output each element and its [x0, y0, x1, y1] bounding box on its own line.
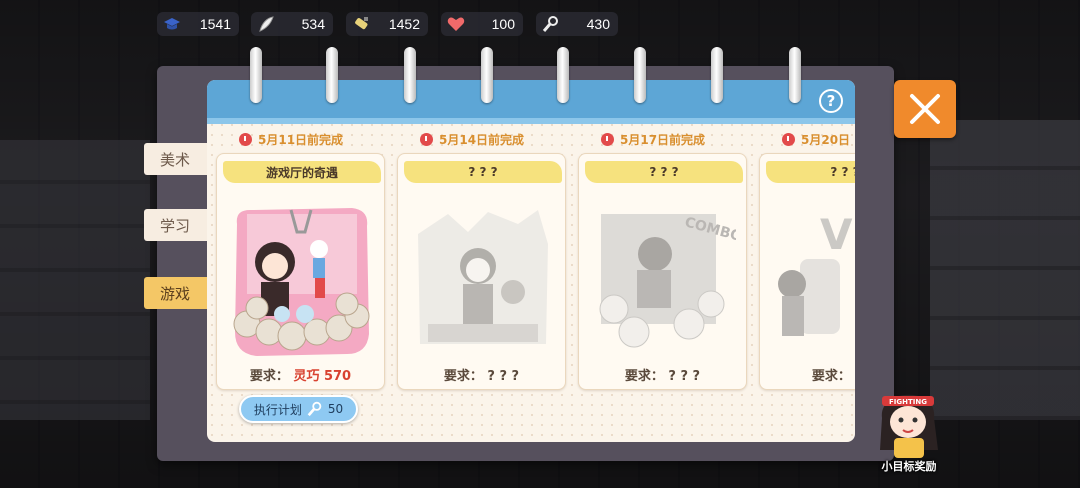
left-shelf: [0, 140, 150, 420]
card-1-title: 游戏厅的奇遇: [223, 161, 381, 183]
spiral-ring: [711, 47, 723, 103]
requirement-label: 要求：: [811, 369, 851, 384]
plan-card-4[interactable]: ? ? ? VS 要求： ? ?: [759, 153, 855, 390]
wrench-icon: [538, 12, 564, 36]
resource-paint-value: 1452: [388, 16, 420, 32]
page-header: [207, 80, 855, 118]
spiral-ring: [634, 47, 646, 103]
deadline-3-text: 5月17日前完成: [620, 133, 706, 147]
deadline-1: 5月11日前完成: [239, 131, 343, 148]
deadline-3: 5月17日前完成: [601, 131, 705, 148]
paint-tube-icon: [348, 12, 374, 36]
tab-study-label: 学习: [160, 216, 191, 235]
deadline-4-text: 5月20日: [801, 133, 851, 147]
vs-art-text: VS: [820, 210, 855, 259]
card-1-requirement: 要求： 灵巧 570: [217, 365, 384, 384]
card-2-title: ? ? ?: [404, 161, 562, 183]
requirement-value: ? ? ?: [487, 369, 520, 384]
close-button[interactable]: [894, 80, 956, 138]
card-2-illustration: [418, 210, 548, 344]
requirement-label: 要求：: [249, 369, 289, 384]
wrench-icon: [307, 401, 322, 417]
heart-hand-icon: [443, 12, 469, 36]
tab-game[interactable]: 游戏: [144, 277, 208, 309]
spiral-ring: [250, 47, 262, 103]
requirement-label: 要求：: [443, 369, 483, 384]
tab-game-label: 游戏: [160, 284, 191, 303]
right-shelf: [930, 120, 1080, 420]
clock-icon: [782, 133, 795, 146]
execute-plan-label: 执行计划: [253, 402, 302, 417]
execute-plan-cost: 50: [327, 402, 344, 416]
spiral-ring: [481, 47, 493, 103]
resource-paint: 1452: [346, 12, 428, 36]
card-4-illustration: VS: [778, 210, 855, 336]
plan-card-1[interactable]: 游戏厅的奇遇 要求： 灵巧 570: [216, 153, 385, 390]
card-4-requirement: 要求： ? ?: [760, 365, 855, 384]
card-1-illustration: [233, 208, 370, 356]
deadline-2: 5月14日前完成: [420, 131, 524, 148]
tab-art-label: 美术: [160, 150, 191, 169]
clock-icon: [239, 133, 252, 146]
small-goal-reward-button[interactable]: FIGHTING 小目标奖励: [868, 378, 950, 478]
resource-heart-value: 100: [491, 16, 515, 32]
plan-card-2[interactable]: ? ? ? 要求： ? ? ?: [397, 153, 566, 390]
requirement-value: ? ? ?: [668, 369, 701, 384]
reward-character-avatar: FIGHTING: [880, 394, 938, 458]
resource-heart: 100: [441, 12, 523, 36]
clock-icon: [601, 133, 614, 146]
card-3-title: ? ? ?: [585, 161, 743, 183]
requirement-label: 要求：: [624, 369, 664, 384]
help-button[interactable]: ?: [819, 89, 843, 113]
deadline-1-text: 5月11日前完成: [258, 133, 344, 147]
spiral-ring: [789, 47, 801, 103]
close-icon: [910, 94, 940, 124]
resource-feather-value: 534: [301, 16, 325, 32]
card-3-illustration: COMBO 100: [599, 214, 736, 348]
resource-wrench-value: 430: [586, 16, 610, 32]
help-icon: ?: [826, 92, 836, 110]
resource-feather: 534: [251, 12, 333, 36]
tab-study[interactable]: 学习: [144, 209, 208, 241]
resource-cap-value: 1541: [199, 16, 231, 32]
clock-icon: [420, 133, 433, 146]
deadline-2-text: 5月14日前完成: [439, 133, 525, 147]
spiral-ring: [404, 47, 416, 103]
feather-icon: [253, 12, 279, 36]
spiral-ring: [326, 47, 338, 103]
fighting-headband-text: FIGHTING: [889, 398, 927, 406]
execute-plan-button[interactable]: 执行计划 50: [239, 395, 358, 423]
card-2-requirement: 要求： ? ? ?: [398, 365, 565, 384]
plan-card-3[interactable]: ? ? ? COMBO 100 要求： ? ? ?: [578, 153, 747, 390]
cards-viewport: 5月11日前完成 5月14日前完成 5月17日前完成 5月20日 游戏厅的奇遇: [207, 120, 855, 442]
resource-cap: 1541: [157, 12, 239, 36]
requirement-value: 灵巧 570: [293, 369, 352, 384]
card-3-requirement: 要求： ? ? ?: [579, 365, 746, 384]
deadline-4: 5月20日: [782, 131, 850, 148]
card-4-title: ? ? ?: [766, 161, 855, 183]
resource-wrench: 430: [536, 12, 618, 36]
reward-label: 小目标奖励: [881, 460, 937, 473]
spiral-ring: [557, 47, 569, 103]
cap-icon: [159, 12, 185, 36]
tab-art[interactable]: 美术: [144, 143, 208, 175]
